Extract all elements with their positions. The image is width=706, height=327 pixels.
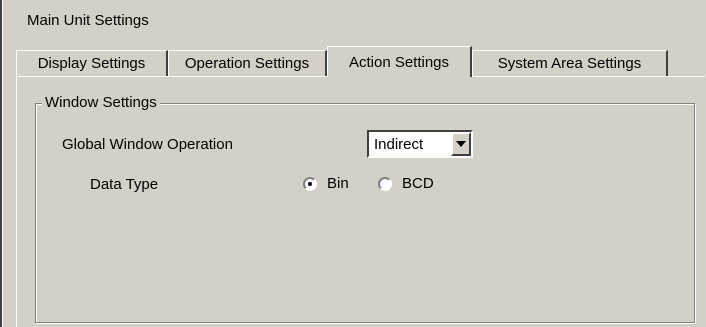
global-window-operation-select[interactable]: Indirect [367,130,473,158]
radio-bcd[interactable] [378,177,392,191]
radio-bcd-label[interactable]: BCD [402,175,434,192]
data-type-label: Data Type [90,176,159,193]
tab-strip: Display Settings Operation Settings Acti… [16,46,706,77]
radio-bin-label[interactable]: Bin [327,175,349,192]
tab-label: Display Settings [37,55,146,72]
tab-action-settings[interactable]: Action Settings [327,46,472,77]
tab-label: Operation Settings [184,55,310,72]
dialog-title: Main Unit Settings [27,12,149,29]
radio-bin[interactable] [303,177,317,191]
tab-system-area-settings[interactable]: System Area Settings [472,50,668,76]
select-value: Indirect [374,136,424,153]
tab-label: Action Settings [348,53,450,71]
tab-label: System Area Settings [497,55,642,72]
global-window-operation-label: Global Window Operation [62,136,233,153]
window-left-highlight [2,0,3,327]
tab-operation-settings[interactable]: Operation Settings [168,50,327,76]
tab-display-settings[interactable]: Display Settings [16,50,168,76]
group-title: Window Settings [42,94,160,111]
chevron-down-icon [456,141,466,147]
dropdown-button[interactable] [451,132,471,156]
radio-selected-dot [308,182,312,186]
